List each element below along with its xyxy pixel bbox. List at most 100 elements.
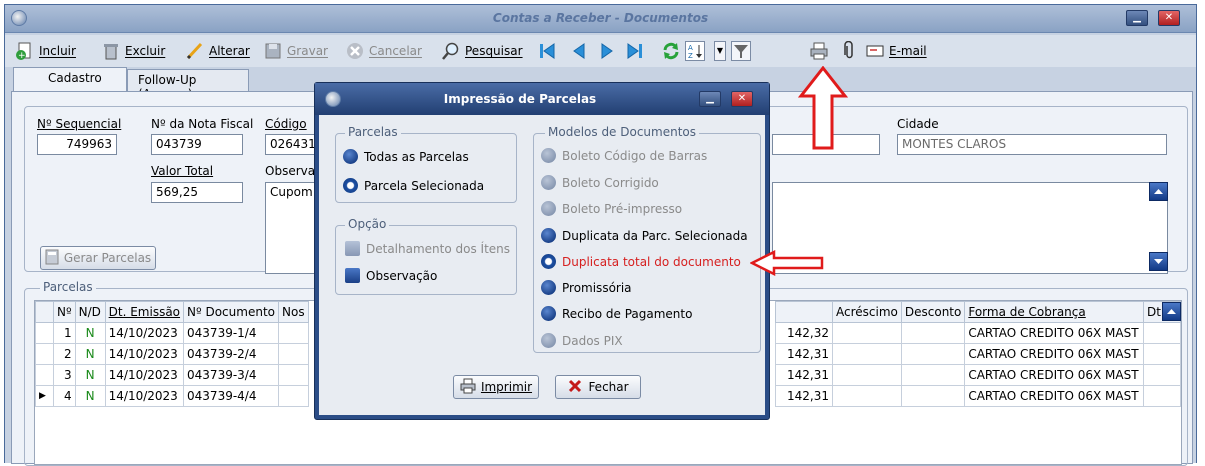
last-icon: [625, 41, 645, 61]
todas-parcelas-radio[interactable]: Todas as Parcelas: [343, 149, 469, 164]
imprimir-button[interactable]: Imprimir: [453, 375, 539, 399]
column-header[interactable]: Desconto: [900, 301, 966, 323]
table-row[interactable]: 1 N 14/10/2023 043739-1/4: [35, 322, 309, 344]
duplicata-parc-selecionada-radio[interactable]: Duplicata da Parc. Selecionada: [541, 228, 748, 243]
cancelar-button[interactable]: Cancelar: [345, 35, 422, 67]
parcelas-table-left: Nº N/D Dt. Emissão Nº Documento Nos 1 N …: [35, 301, 309, 407]
boleto-pre-impresso-radio[interactable]: Boleto Pré-impresso: [541, 201, 682, 216]
svg-text:+: +: [18, 51, 26, 61]
table-row[interactable]: 3 N 14/10/2023 043739-3/4: [35, 364, 309, 386]
gerar-parcelas-button[interactable]: Gerar Parcelas: [40, 246, 156, 270]
dialog-title: Impressão de Parcelas: [443, 92, 597, 106]
boleto-corrigido-radio[interactable]: Boleto Corrigido: [541, 175, 659, 190]
modelos-group-title: Modelos de Documentos: [545, 125, 700, 139]
promissoria-radio[interactable]: Promissória: [541, 280, 632, 295]
parcela-selecionada-radio[interactable]: Parcela Selecionada: [343, 178, 484, 193]
nf-label: Nº da Nota Fiscal: [151, 117, 254, 131]
memo-scroll-down[interactable]: [1149, 252, 1168, 271]
annotation-up-arrow: [798, 66, 848, 150]
memo-scroll-up[interactable]: [1149, 182, 1168, 201]
alterar-button[interactable]: Alterar: [185, 35, 250, 67]
table-row[interactable]: 142,31 CARTAO CREDITO 06X MAST: [775, 364, 1181, 386]
add-document-icon: +: [15, 41, 35, 61]
table-row[interactable]: 142,31 CARTAO CREDITO 06X MAST: [775, 343, 1181, 365]
boleto-codigo-barras-radio[interactable]: Boleto Código de Barras: [541, 148, 707, 163]
row-indicator: [35, 343, 54, 365]
fechar-button[interactable]: Fechar: [555, 375, 641, 399]
envelope-icon: [865, 41, 885, 61]
dialog-close-button[interactable]: ✕: [731, 91, 753, 107]
sort-dropdown-button[interactable]: ▼: [714, 35, 726, 67]
save-icon: [263, 41, 283, 61]
last-record-button[interactable]: [625, 35, 645, 67]
radio-selected-icon: [541, 254, 556, 269]
dados-pix-radio[interactable]: Dados PIX: [541, 333, 623, 348]
column-header[interactable]: Nos: [278, 301, 309, 323]
valor-field[interactable]: 569,25: [151, 182, 243, 203]
refresh-button[interactable]: [661, 35, 681, 67]
column-header[interactable]: Nº Documento: [183, 301, 279, 323]
table-row[interactable]: 142,31 CARTAO CREDITO 06X MAST: [775, 385, 1181, 407]
column-header[interactable]: Nº: [53, 301, 76, 323]
radio-icon: [541, 175, 556, 190]
title-bar: Contas a Receber - Documentos ▁ ✕: [5, 5, 1196, 33]
valor-column-header[interactable]: [775, 301, 833, 323]
pesquisar-button[interactable]: Pesquisar: [441, 35, 523, 67]
radio-icon: [541, 280, 556, 295]
cidade-field[interactable]: MONTES CLAROS: [897, 134, 1167, 155]
table-row[interactable]: 2 N 14/10/2023 043739-2/4: [35, 343, 309, 365]
tab-cadastro[interactable]: Cadastro: [13, 67, 127, 91]
opcao-group-title: Opção: [345, 217, 390, 231]
table-row[interactable]: ▶ 4 N 14/10/2023 043739-4/4: [35, 385, 309, 407]
column-header[interactable]: Forma de Cobrança: [964, 301, 1145, 323]
attach-button[interactable]: [839, 35, 859, 67]
sort-az-icon: AZ: [685, 41, 705, 61]
radio-selected-icon: [343, 178, 358, 193]
recibo-pagamento-radio[interactable]: Recibo de Pagamento: [541, 306, 692, 321]
table-header: Nº N/D Dt. Emissão Nº Documento Nos: [35, 301, 309, 323]
table-row[interactable]: 142,32 CARTAO CREDITO 06X MAST: [775, 322, 1181, 344]
grid-scroll-up[interactable]: [1162, 302, 1181, 321]
observacao-checkbox[interactable]: Observação: [345, 268, 437, 283]
previous-record-button[interactable]: [569, 35, 589, 67]
row-indicator: [35, 322, 54, 344]
printer-icon: [809, 41, 829, 61]
filter-icon: [731, 41, 751, 61]
incluir-button[interactable]: + Incluir: [15, 35, 76, 67]
observation-memo[interactable]: [772, 182, 1168, 274]
first-icon: [537, 41, 557, 61]
row-indicator: [35, 364, 54, 386]
table-header: Acréscimo Desconto Forma de Cobrança Dt.…: [775, 301, 1181, 323]
row-indicator-header: [35, 301, 54, 323]
seq-field[interactable]: 749963: [37, 134, 117, 155]
trash-icon: [101, 41, 121, 61]
column-header[interactable]: Acréscimo: [832, 301, 902, 323]
next-record-button[interactable]: [597, 35, 617, 67]
column-header[interactable]: Dt. Emissão: [104, 301, 185, 323]
duplicata-total-radio[interactable]: Duplicata total do documento: [541, 254, 741, 269]
printer-icon: [460, 378, 476, 397]
first-record-button[interactable]: [537, 35, 557, 67]
close-button[interactable]: ✕: [1158, 10, 1180, 26]
detalhamento-checkbox[interactable]: Detalhamento dos Ítens: [345, 241, 510, 256]
minimize-button[interactable]: ▁: [1126, 10, 1148, 26]
gravar-button[interactable]: Gravar: [263, 35, 328, 67]
radio-icon: [541, 201, 556, 216]
cancel-icon: [345, 41, 365, 61]
email-button[interactable]: E-mail: [865, 35, 927, 67]
dialog-minimize-button[interactable]: ▁: [699, 91, 721, 107]
tab-follow-up[interactable]: Follow-Up (Acomp.): [127, 69, 249, 101]
print-button[interactable]: [809, 35, 829, 67]
column-header[interactable]: N/D: [74, 301, 106, 323]
chevron-down-icon: ▼: [714, 41, 726, 61]
close-x-icon: [567, 378, 583, 397]
print-parcelas-dialog: Impressão de Parcelas ▁ ✕ Parcelas Todas…: [314, 82, 770, 420]
excluir-button[interactable]: Excluir: [101, 35, 165, 67]
cidade-label: Cidade: [897, 117, 939, 131]
radio-icon: [541, 148, 556, 163]
codigo-label: Código: [265, 117, 307, 131]
svg-text:Z: Z: [688, 52, 693, 60]
sort-button[interactable]: AZ: [685, 35, 705, 67]
filter-button[interactable]: [731, 35, 751, 67]
nf-field[interactable]: 043739: [151, 134, 243, 155]
